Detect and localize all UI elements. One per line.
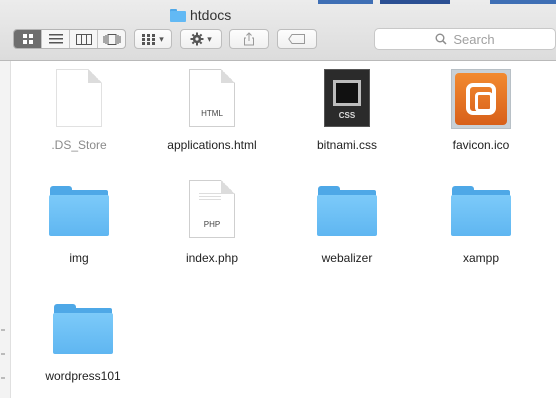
chevron-down-icon: ▾ xyxy=(159,33,164,44)
arrange-button[interactable]: ▾ xyxy=(134,29,172,49)
php-document-icon: PHP xyxy=(189,180,235,238)
file-label: img xyxy=(69,251,89,265)
gear-icon xyxy=(190,32,204,46)
action-button[interactable]: ▾ xyxy=(180,29,222,49)
tags-button[interactable] xyxy=(277,29,317,49)
css-document-icon: CSS xyxy=(324,69,370,127)
file-label: wordpress101 xyxy=(45,369,121,383)
file-label: index.php xyxy=(185,251,239,265)
arrange-grid-icon xyxy=(142,33,156,45)
html-document-icon: HTML xyxy=(189,69,235,127)
search-placeholder: Search xyxy=(453,31,495,47)
blank-document-icon xyxy=(56,69,102,127)
window-toolbar: htdocs ▾ ▾ Search xyxy=(0,0,556,61)
xampp-logo-icon xyxy=(451,69,511,129)
folder-icon xyxy=(53,304,113,354)
search-icon xyxy=(435,33,447,45)
window-title: htdocs xyxy=(170,6,231,24)
sidebar-edge xyxy=(0,61,11,398)
view-mode-segmented-control[interactable] xyxy=(13,29,126,49)
window-title-text: htdocs xyxy=(190,7,232,23)
tag-icon xyxy=(288,34,305,44)
file-label: webalizer xyxy=(321,251,373,265)
background-window-strip xyxy=(490,0,556,4)
file-label: xampp xyxy=(462,251,500,265)
search-field[interactable]: Search xyxy=(374,28,556,50)
icon-view-icon[interactable] xyxy=(14,30,42,48)
background-window-strip xyxy=(380,0,450,4)
background-window-strip xyxy=(318,0,373,4)
chevron-down-icon: ▾ xyxy=(207,33,212,44)
share-button[interactable] xyxy=(229,29,269,49)
file-label: favicon.ico xyxy=(452,138,510,152)
folder-icon xyxy=(317,186,377,236)
file-label: bitnami.css xyxy=(316,138,378,152)
folder-icon xyxy=(170,8,186,22)
column-view-icon[interactable] xyxy=(70,30,98,48)
list-view-icon[interactable] xyxy=(42,30,70,48)
file-label: applications.html xyxy=(167,138,257,152)
share-icon xyxy=(244,32,254,46)
cover-flow-view-icon[interactable] xyxy=(98,30,125,48)
folder-icon xyxy=(49,186,109,236)
file-label: .DS_Store xyxy=(51,138,107,152)
folder-icon xyxy=(451,186,511,236)
